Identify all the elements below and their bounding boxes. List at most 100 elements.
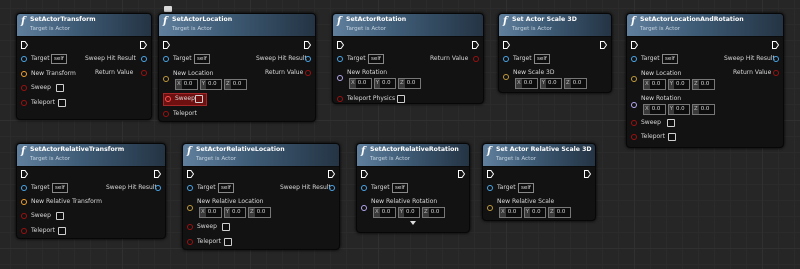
node-header[interactable]: f SetActorRelativeRotation Target is Act…: [357, 144, 469, 167]
new-relative-location-pin-icon[interactable]: [187, 205, 193, 211]
sweep-hit-result-pin-icon[interactable]: [773, 56, 779, 62]
z-field[interactable]: Z 0.0: [692, 104, 715, 115]
exec-out-pin-icon[interactable]: [304, 41, 311, 49]
target-self-box[interactable]: self: [218, 183, 234, 193]
exec-in-pin-icon[interactable]: [361, 170, 368, 178]
z-field[interactable]: Z 0.0: [548, 207, 571, 218]
sweep-pin-icon[interactable]: [165, 96, 171, 102]
node-set-actor-transform[interactable]: f SetActorTransform Target is Actor Targ…: [16, 13, 152, 120]
z-field[interactable]: Z 0.0: [692, 79, 715, 90]
node-set-actor-location-and-rotation[interactable]: f SetActorLocationAndRotation Target is …: [626, 13, 784, 148]
y-field[interactable]: Y 0.0: [667, 79, 690, 90]
target-pin-icon[interactable]: [337, 56, 343, 62]
teleport-checkbox[interactable]: [58, 227, 66, 235]
exec-out-pin-icon[interactable]: [328, 170, 335, 178]
return-value-pin-icon[interactable]: [141, 70, 147, 76]
node-header[interactable]: f SetActorTransform Target is Actor: [17, 14, 151, 37]
new-rotation-pin-icon[interactable]: [337, 75, 343, 81]
target-pin-icon[interactable]: [21, 56, 27, 62]
sweep-hit-result-pin-icon[interactable]: [305, 56, 311, 62]
z-field[interactable]: Z 0.0: [248, 207, 271, 218]
new-location-pin-icon[interactable]: [631, 76, 637, 82]
x-field[interactable]: X 0.0: [643, 104, 666, 115]
exec-in-pin-icon[interactable]: [503, 41, 510, 49]
sweep-hit-result-pin-icon[interactable]: [141, 56, 147, 62]
node-set-actor-relative-rotation[interactable]: f SetActorRelativeRotation Target is Act…: [356, 143, 470, 233]
target-self-box[interactable]: self: [662, 54, 678, 64]
new-scale-3d-vector[interactable]: X 0.0 Y 0.0 Z 0.0: [515, 78, 587, 89]
sweep-pin-icon[interactable]: [187, 224, 193, 230]
new-location-vector[interactable]: X 0.0 Y 0.0 Z 0.0: [175, 79, 247, 90]
expand-arrow-icon[interactable]: [410, 221, 416, 225]
target-pin-icon[interactable]: [21, 185, 27, 191]
y-field[interactable]: Y 0.0: [667, 104, 690, 115]
node-header[interactable]: f SetActorLocationAndRotation Target is …: [627, 14, 783, 37]
teleport-physics-pin-icon[interactable]: [337, 96, 343, 102]
exec-out-pin-icon[interactable]: [472, 41, 479, 49]
new-rotation-pin-icon[interactable]: [631, 102, 637, 108]
x-field[interactable]: X 0.0: [349, 78, 372, 89]
x-field[interactable]: X 0.0: [515, 78, 538, 89]
exec-in-pin-icon[interactable]: [21, 41, 28, 49]
new-relative-scale-pin-icon[interactable]: [487, 205, 493, 211]
teleport-pin-icon[interactable]: [187, 239, 193, 245]
teleport-pin-icon[interactable]: [21, 100, 27, 106]
teleport-pin-icon[interactable]: [631, 134, 637, 140]
target-pin-icon[interactable]: [631, 56, 637, 62]
node-header[interactable]: f SetActorRelativeTransform Target is Ac…: [17, 144, 165, 167]
node-set-actor-location[interactable]: f SetActorLocation Target is Actor Targe…: [158, 13, 316, 122]
sweep-pin-icon[interactable]: [21, 213, 27, 219]
node-header[interactable]: f Set Actor Relative Scale 3D Target is …: [483, 144, 595, 167]
z-field[interactable]: Z 0.0: [398, 78, 421, 89]
node-header[interactable]: f Set Actor Scale 3D Target is Actor: [499, 14, 611, 37]
teleport-physics-checkbox[interactable]: [397, 95, 405, 103]
node-header[interactable]: f SetActorRotation Target is Actor: [333, 14, 483, 37]
z-field[interactable]: Z 0.0: [224, 79, 247, 90]
y-field[interactable]: Y 0.0: [223, 207, 246, 218]
sweep-checkbox[interactable]: [222, 223, 230, 231]
x-field[interactable]: X 0.0: [175, 79, 198, 90]
teleport-checkbox[interactable]: [224, 238, 232, 246]
sweep-pin-icon[interactable]: [21, 85, 27, 91]
node-header[interactable]: f SetActorLocation Target is Actor: [159, 14, 315, 37]
target-self-box[interactable]: self: [52, 183, 68, 193]
target-self-box[interactable]: self: [534, 54, 550, 64]
exec-in-pin-icon[interactable]: [21, 170, 28, 178]
node-set-actor-rotation[interactable]: f SetActorRotation Target is Actor Targe…: [332, 13, 484, 104]
z-field[interactable]: Z 0.0: [422, 207, 445, 218]
x-field[interactable]: X 0.0: [499, 207, 522, 218]
target-self-box[interactable]: self: [368, 54, 384, 64]
exec-in-pin-icon[interactable]: [337, 41, 344, 49]
target-pin-icon[interactable]: [487, 185, 493, 191]
sweep-hit-result-pin-icon[interactable]: [155, 185, 161, 191]
new-relative-rotation-vector[interactable]: X 0.0 Y 0.0 Z 0.0: [373, 207, 445, 218]
sweep-hit-result-pin-icon[interactable]: [329, 185, 335, 191]
target-self-box[interactable]: self: [392, 183, 408, 193]
new-rotation-vector[interactable]: X 0.0 Y 0.0 Z 0.0: [643, 104, 715, 115]
exec-in-pin-icon[interactable]: [487, 170, 494, 178]
target-pin-icon[interactable]: [503, 56, 509, 62]
z-field[interactable]: Z 0.0: [564, 78, 587, 89]
y-field[interactable]: Y 0.0: [539, 78, 562, 89]
x-field[interactable]: X 0.0: [643, 79, 666, 90]
teleport-checkbox[interactable]: [668, 133, 676, 141]
target-self-box[interactable]: self: [518, 183, 534, 193]
exec-out-pin-icon[interactable]: [458, 170, 465, 178]
new-transform-pin-icon[interactable]: [21, 71, 27, 77]
node-set-actor-relative-scale-3d[interactable]: f Set Actor Relative Scale 3D Target is …: [482, 143, 596, 221]
node-set-actor-relative-location[interactable]: f SetActorRelativeLocation Target is Act…: [182, 143, 340, 250]
sweep-checkbox[interactable]: [195, 95, 203, 103]
sweep-checkbox[interactable]: [667, 119, 675, 127]
node-set-actor-relative-transform[interactable]: f SetActorRelativeTransform Target is Ac…: [16, 143, 166, 239]
target-pin-icon[interactable]: [163, 56, 169, 62]
new-relative-rotation-pin-icon[interactable]: [361, 205, 367, 211]
exec-in-pin-icon[interactable]: [187, 170, 194, 178]
y-field[interactable]: Y 0.0: [199, 79, 222, 90]
exec-out-pin-icon[interactable]: [140, 41, 147, 49]
target-pin-icon[interactable]: [361, 185, 367, 191]
new-rotation-vector[interactable]: X 0.0 Y 0.0 Z 0.0: [349, 78, 421, 89]
new-relative-scale-vector[interactable]: X 0.0 Y 0.0 Z 0.0: [499, 207, 571, 218]
teleport-checkbox[interactable]: [58, 99, 66, 107]
exec-out-pin-icon[interactable]: [584, 170, 591, 178]
return-value-pin-icon[interactable]: [773, 70, 779, 76]
